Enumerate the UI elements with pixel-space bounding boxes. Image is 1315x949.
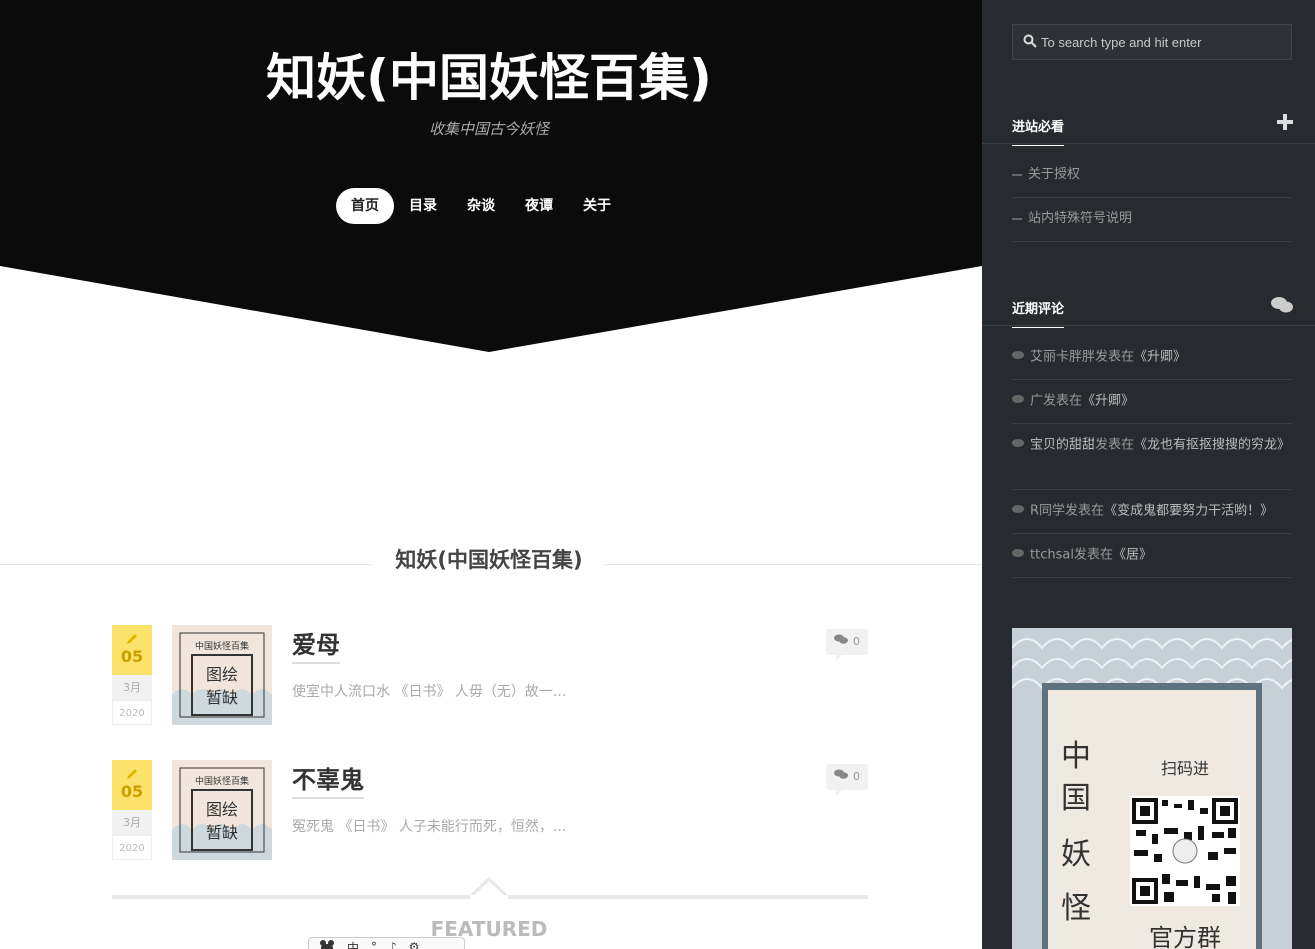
site-title[interactable]: 知妖(中国妖怪百集) xyxy=(0,38,978,110)
qr-vertical-text-1: 中 xyxy=(1061,739,1091,774)
toolbar-settings[interactable]: ⚙ xyxy=(409,940,420,949)
post-year: 2020 xyxy=(112,700,152,725)
site-description: 收集中国古今妖怪 xyxy=(428,120,549,138)
featured-divider xyxy=(112,876,868,899)
post-date: 05 3月 2020 xyxy=(112,760,152,860)
comment-post-link[interactable]: 《升卿》 xyxy=(1082,394,1134,409)
post-title[interactable]: 不辜鬼 xyxy=(292,760,364,799)
comment-author[interactable]: ttchsal xyxy=(1030,548,1074,563)
comment-author[interactable]: 宝贝的甜甜 xyxy=(1030,438,1095,453)
widget-title: 进站必看 xyxy=(1012,116,1065,146)
comment-post-link[interactable]: 《居》 xyxy=(1113,548,1152,563)
comment-count: 0 xyxy=(853,635,860,648)
qr-vertical-text-2: 国 xyxy=(1061,781,1091,816)
post-thumbnail[interactable]: 中国妖怪百集 图绘 暂缺 xyxy=(172,625,272,725)
dash-icon xyxy=(1012,173,1022,176)
toolbar-degree[interactable]: ° xyxy=(371,940,377,949)
nav-item-home[interactable]: 首页 xyxy=(336,188,394,224)
plus-icon[interactable] xyxy=(1277,114,1293,134)
qr-group-text: 官方群 xyxy=(1149,924,1221,949)
recent-comment-item: R同学发表在《变成鬼都要努力干活哟！》 xyxy=(1012,500,1292,534)
sidebar-link[interactable]: 站内特殊符号说明 xyxy=(1012,208,1292,242)
comment-bubble-icon xyxy=(1012,434,1024,456)
thumbnail-text-1: 图绘 xyxy=(206,665,238,684)
search-input[interactable] xyxy=(1041,34,1281,50)
main-content: 知妖(中国妖怪百集) 收集中国古今妖怪 首页 目录 杂谈 夜谭 关于 知妖(中国… xyxy=(0,0,982,949)
comment-sep: 发表在 xyxy=(1073,547,1113,563)
search-box[interactable] xyxy=(1012,24,1292,60)
post-date: 05 3月 2020 xyxy=(112,625,152,725)
post-title[interactable]: 爱母 xyxy=(292,625,340,664)
thumbnail-text-2: 暂缺 xyxy=(206,688,238,707)
nav-item-about[interactable]: 关于 xyxy=(568,188,626,224)
post-item: 05 3月 2020 中国妖怪百集 图绘 暂缺 不辜鬼 冤死鬼 《日书》 人子未… xyxy=(112,760,868,860)
widget-title: 近期评论 xyxy=(1012,298,1065,328)
dash-icon xyxy=(1012,217,1022,220)
comments-icon xyxy=(834,764,848,790)
recent-comment-item: ttchsal发表在《居》 xyxy=(1012,544,1292,578)
comment-sep: 发表在 xyxy=(1065,503,1105,519)
post-excerpt: 冤死鬼 《日书》 人子未能行而死，恒然，... xyxy=(292,819,567,835)
thumbnail-text-2: 暂缺 xyxy=(206,823,238,842)
comment-post-link[interactable]: 《升卿》 xyxy=(1134,350,1186,365)
post-excerpt: 使室中人流口水 《日书》 人毋（无）故一... xyxy=(292,684,567,700)
qr-vertical-text-4: 怪 xyxy=(1061,891,1091,926)
post-month: 3月 xyxy=(112,675,152,700)
pencil-icon xyxy=(112,625,152,647)
section-title: 知妖(中国妖怪百集) xyxy=(375,548,603,572)
comment-bubble-icon xyxy=(1012,544,1024,566)
toolbar-music[interactable]: ♪ xyxy=(389,940,397,949)
post-thumbnail[interactable]: 中国妖怪百集 图绘 暂缺 xyxy=(172,760,272,860)
featured-heading: FEATURED xyxy=(430,917,548,941)
comment-bubble-icon xyxy=(1012,390,1024,412)
comment-count-badge[interactable]: 0 xyxy=(826,629,868,661)
thumbnail-caption: 中国妖怪百集 xyxy=(195,640,249,652)
panda-icon[interactable] xyxy=(319,939,335,949)
thumbnail-text-1: 图绘 xyxy=(206,800,238,819)
post-item: 05 3月 2020 中国妖怪百集 图绘 暂缺 爱母 使室中人流口水 《日书》 … xyxy=(112,625,868,725)
main-nav: 首页 目录 杂谈 夜谭 关于 xyxy=(336,188,626,224)
nav-item-catalog[interactable]: 目录 xyxy=(394,188,452,224)
comment-sep: 发表在 xyxy=(1043,393,1083,409)
post-day: 05 xyxy=(120,647,144,666)
section-heading: 知妖(中国妖怪百集) xyxy=(0,544,982,574)
nav-item-night[interactable]: 夜谭 xyxy=(510,188,568,224)
sidebar: 进站必看 关于授权 站内特殊符号说明 近期评论 艾丽卡胖胖发表在《升卿》 广发表… xyxy=(982,0,1315,949)
comments-icon xyxy=(834,629,848,655)
qr-vertical-text-3: 妖 xyxy=(1061,837,1091,872)
sidebar-link[interactable]: 关于授权 xyxy=(1012,164,1292,198)
recent-comment-item: 广发表在《升卿》 xyxy=(1012,390,1292,424)
comment-author[interactable]: R同学 xyxy=(1030,504,1065,519)
comment-bubble-icon xyxy=(1012,346,1024,368)
pencil-icon xyxy=(112,760,152,782)
comment-sep: 发表在 xyxy=(1095,437,1135,453)
comments-icon xyxy=(1271,296,1293,318)
qr-scan-text: 扫码进 xyxy=(1161,759,1209,778)
search-icon xyxy=(1023,33,1037,52)
comment-author[interactable]: 艾丽卡胖胖 xyxy=(1030,350,1095,365)
thumbnail-caption: 中国妖怪百集 xyxy=(195,775,249,787)
widget-header-recent-comments: 近期评论 xyxy=(982,286,1315,328)
floating-input-toolbar[interactable]: 中 ° ♪ ⚙ xyxy=(308,937,465,949)
comment-post-link[interactable]: 《龙也有抠抠搜搜的穷龙》 xyxy=(1134,438,1290,453)
widget-header-must-see: 进站必看 xyxy=(982,104,1315,146)
comment-author[interactable]: 广 xyxy=(1030,394,1043,409)
comment-sep: 发表在 xyxy=(1095,349,1135,365)
comment-count-badge[interactable]: 0 xyxy=(826,764,868,796)
recent-comment-item: 艾丽卡胖胖发表在《升卿》 xyxy=(1012,346,1292,380)
nav-item-talk[interactable]: 杂谈 xyxy=(452,188,510,224)
comment-post-link[interactable]: 《变成鬼都要努力干活哟！》 xyxy=(1104,504,1273,519)
comment-count: 0 xyxy=(853,770,860,783)
post-year: 2020 xyxy=(112,835,152,860)
post-day: 05 xyxy=(120,782,144,801)
post-month: 3月 xyxy=(112,810,152,835)
comment-bubble-icon xyxy=(1012,500,1024,522)
recent-comment-item: 宝贝的甜甜发表在《龙也有抠抠搜搜的穷龙》 xyxy=(1012,434,1292,490)
qr-code-card[interactable]: 中 国 妖 怪 扫码进 官方群 xyxy=(1012,628,1292,949)
toolbar-lang[interactable]: 中 xyxy=(347,939,359,949)
